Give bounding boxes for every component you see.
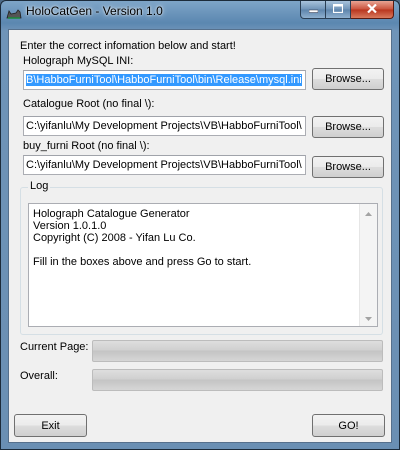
cat-icon: [6, 6, 22, 20]
scroll-down-arrow[interactable]: [360, 309, 377, 326]
log-scrollbar[interactable]: [359, 204, 377, 326]
form-client-area: Enter the correct infomation below and s…: [8, 29, 392, 443]
current-page-progress: [92, 340, 383, 362]
minimize-button[interactable]: [300, 1, 326, 19]
mysql-ini-label: Holograph MySQL INI:: [23, 55, 134, 67]
log-line: Holograph Catalogue Generator: [33, 208, 190, 220]
app-window: HoloCatGen - Version 1.0 Enter the corre…: [0, 0, 400, 450]
mysql-ini-value: B\HabboFurniTool\HabboFurniTool\bin\Rele…: [26, 74, 302, 86]
close-icon: [367, 3, 377, 16]
browse-buy-furni-button[interactable]: Browse...: [312, 156, 384, 178]
mysql-ini-field[interactable]: B\HabboFurniTool\HabboFurniTool\bin\Rele…: [23, 70, 306, 90]
close-button[interactable]: [351, 1, 394, 19]
log-groupbox: Log Holograph Catalogue Generator Versio…: [20, 180, 383, 335]
minimize-icon: [308, 4, 318, 16]
log-group-title: Log: [28, 180, 51, 192]
exit-button[interactable]: Exit: [14, 414, 87, 437]
instruction-text: Enter the correct infomation below and s…: [20, 40, 236, 52]
buy-furni-root-label: buy_furni Root (no final \):: [23, 140, 150, 152]
go-button[interactable]: GO!: [312, 414, 385, 437]
catalogue-root-label: Catalogue Root (no final \):: [23, 98, 155, 110]
triangle-up-icon: [365, 207, 372, 219]
overall-label: Overall:: [20, 370, 58, 382]
triangle-down-icon: [365, 312, 372, 324]
log-line: Copyright (C) 2008 - Yifan Lu Co.: [33, 232, 196, 244]
log-line: Fill in the boxes above and press Go to …: [33, 256, 252, 268]
log-content: Holograph Catalogue Generator Version 1.…: [33, 208, 251, 268]
catalogue-root-value: C:\yifanlu\My Development Projects\VB\Ha…: [26, 120, 302, 132]
buy-furni-root-value: C:\yifanlu\My Development Projects\VB\Ha…: [26, 159, 302, 171]
log-textarea[interactable]: Holograph Catalogue Generator Version 1.…: [28, 203, 378, 327]
scroll-up-arrow[interactable]: [360, 204, 377, 221]
log-line: Version 1.0.1.0: [33, 220, 107, 232]
title-bar[interactable]: HoloCatGen - Version 1.0: [1, 1, 399, 28]
window-title: HoloCatGen - Version 1.0: [26, 4, 163, 18]
browse-catalogue-button[interactable]: Browse...: [312, 116, 384, 138]
buy-furni-root-field[interactable]: C:\yifanlu\My Development Projects\VB\Ha…: [23, 155, 306, 175]
current-page-label: Current Page:: [20, 341, 89, 353]
overall-progress: [92, 369, 383, 391]
maximize-button[interactable]: [326, 1, 351, 19]
browse-mysql-button[interactable]: Browse...: [312, 68, 384, 90]
maximize-icon: [332, 3, 344, 16]
catalogue-root-field[interactable]: C:\yifanlu\My Development Projects\VB\Ha…: [23, 116, 306, 136]
caption-buttons: [300, 1, 394, 20]
